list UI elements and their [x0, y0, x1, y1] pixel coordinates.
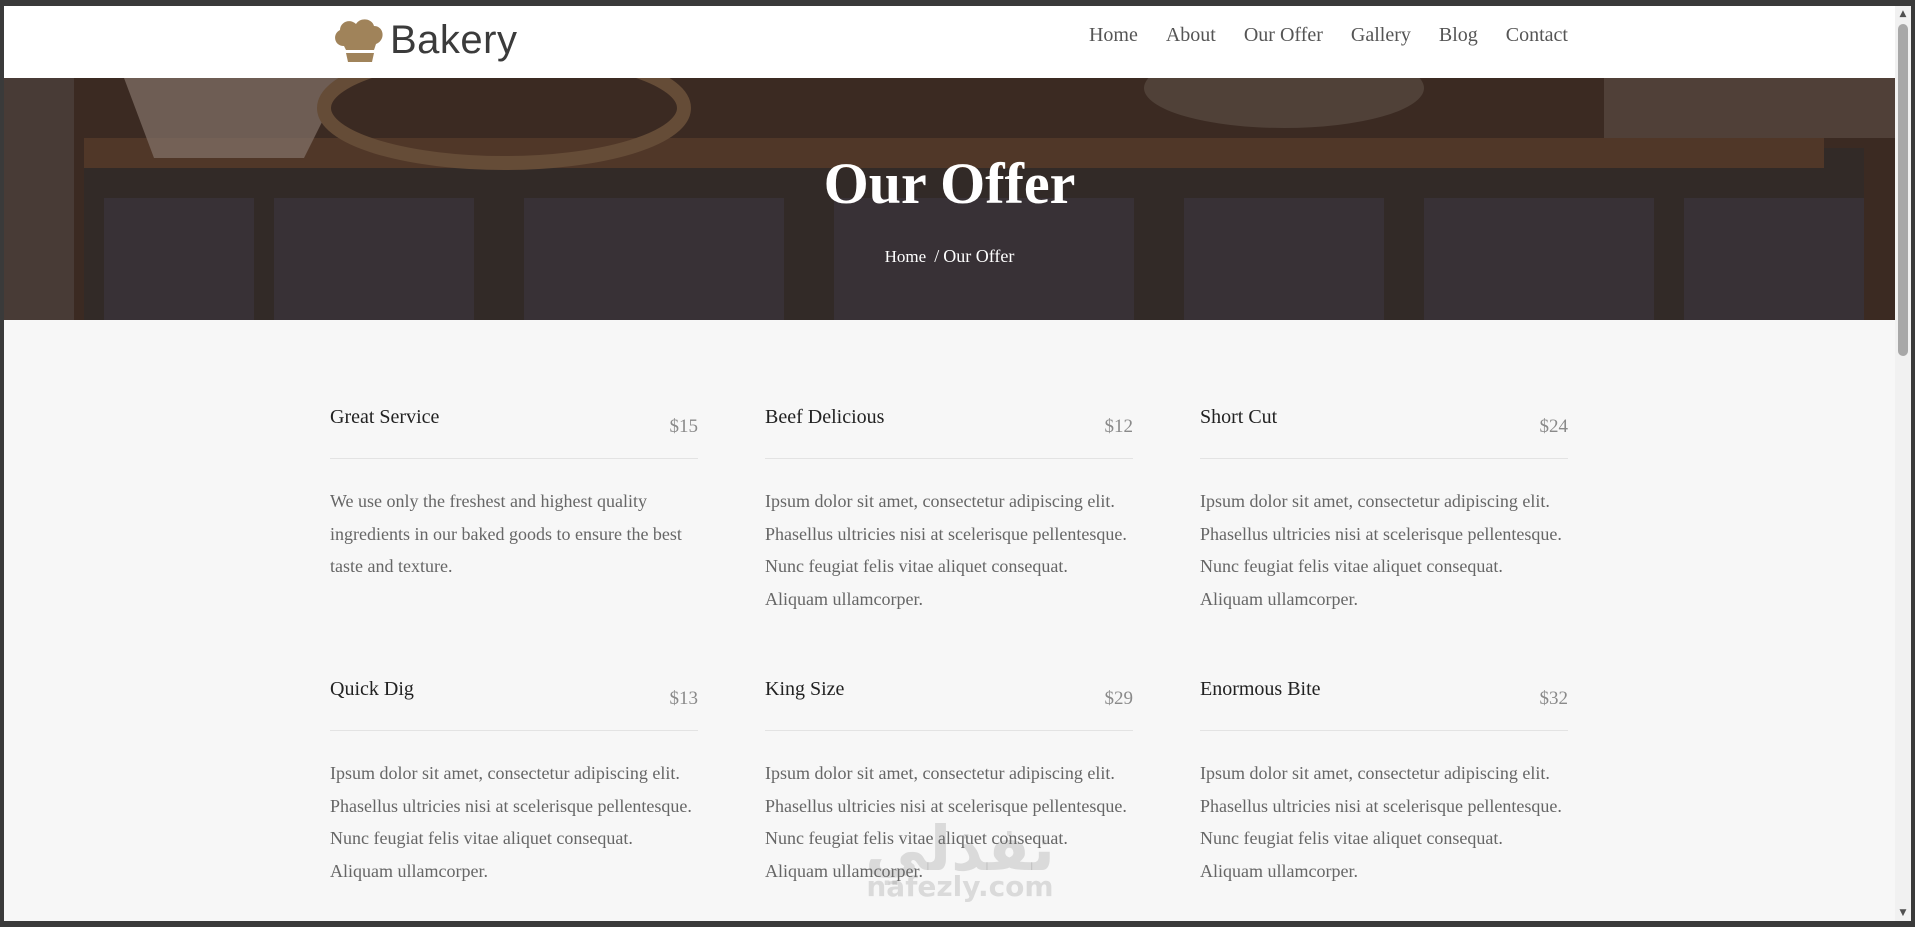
offer-name: Beef Delicious — [765, 406, 885, 428]
site-header: Bakery Home About Our Offer Gallery Blog… — [4, 6, 1895, 78]
nav-blog[interactable]: Blog — [1439, 24, 1478, 47]
browser-viewport: Bakery Home About Our Offer Gallery Blog… — [4, 6, 1895, 921]
offer-card: King Size $29 Ipsum dolor sit amet, cons… — [765, 674, 1133, 921]
offer-card: Beef Delicious $12 Ipsum dolor sit amet,… — [765, 402, 1133, 674]
nav-gallery[interactable]: Gallery — [1351, 24, 1411, 47]
offer-header: Great Service $15 — [330, 402, 698, 459]
offer-price: $13 — [669, 688, 699, 709]
offer-card: Quick Dig $13 Ipsum dolor sit amet, cons… — [330, 674, 698, 921]
offer-header: King Size $29 — [765, 674, 1133, 731]
offer-price: $15 — [669, 416, 699, 437]
offer-description: Ipsum dolor sit amet, consectetur adipis… — [1200, 763, 1562, 881]
scroll-down-arrow-icon[interactable]: ▼ — [1895, 905, 1911, 921]
page-title: Our Offer — [823, 151, 1076, 216]
offer-card: Short Cut $24 Ipsum dolor sit amet, cons… — [1200, 402, 1568, 674]
vertical-scrollbar[interactable]: ▲ ▼ — [1895, 6, 1911, 921]
offer-grid: Great Service $15 We use only the freshe… — [330, 402, 1568, 921]
nav-contact[interactable]: Contact — [1506, 24, 1568, 47]
offer-description: We use only the freshest and highest qua… — [330, 491, 682, 576]
offer-header: Beef Delicious $12 — [765, 402, 1133, 459]
offer-description: Ipsum dolor sit amet, consectetur adipis… — [765, 491, 1127, 609]
offer-price: $29 — [1104, 688, 1134, 709]
offer-name: Quick Dig — [330, 678, 414, 700]
offer-card: Enormous Bite $32 Ipsum dolor sit amet, … — [1200, 674, 1568, 921]
nav-our-offer[interactable]: Our Offer — [1244, 24, 1323, 47]
offer-header: Quick Dig $13 — [330, 674, 698, 731]
chef-hat-icon — [335, 19, 383, 62]
hero-banner: Our Offer Home / Our Offer — [4, 78, 1895, 320]
offer-header: Enormous Bite $32 — [1200, 674, 1568, 731]
offer-price: $32 — [1539, 688, 1569, 709]
offer-header: Short Cut $24 — [1200, 402, 1568, 459]
scrollbar-thumb[interactable] — [1898, 24, 1908, 356]
offer-description: Ipsum dolor sit amet, consectetur adipis… — [330, 763, 692, 881]
offer-card: Great Service $15 We use only the freshe… — [330, 402, 698, 674]
breadcrumb-separator: / — [934, 246, 940, 266]
brand-name: Bakery — [390, 17, 518, 62]
brand-logo[interactable]: Bakery — [330, 12, 518, 68]
offer-description: Ipsum dolor sit amet, consectetur adipis… — [765, 763, 1127, 881]
offer-price: $24 — [1539, 416, 1569, 437]
offer-price: $12 — [1104, 416, 1134, 437]
offer-description: Ipsum dolor sit amet, consectetur adipis… — [1200, 491, 1562, 609]
breadcrumb-home[interactable]: Home — [885, 247, 927, 266]
offer-name: Enormous Bite — [1200, 678, 1321, 700]
offer-name: King Size — [765, 678, 845, 700]
breadcrumb: Home / Our Offer — [4, 246, 1895, 267]
nav-about[interactable]: About — [1166, 24, 1216, 47]
offer-name: Great Service — [330, 406, 440, 428]
breadcrumb-current: Our Offer — [943, 246, 1015, 266]
offer-name: Short Cut — [1200, 406, 1278, 428]
main-nav: Home About Our Offer Gallery Blog Contac… — [1089, 24, 1568, 47]
nav-home[interactable]: Home — [1089, 24, 1138, 47]
scroll-up-arrow-icon[interactable]: ▲ — [1895, 6, 1911, 22]
